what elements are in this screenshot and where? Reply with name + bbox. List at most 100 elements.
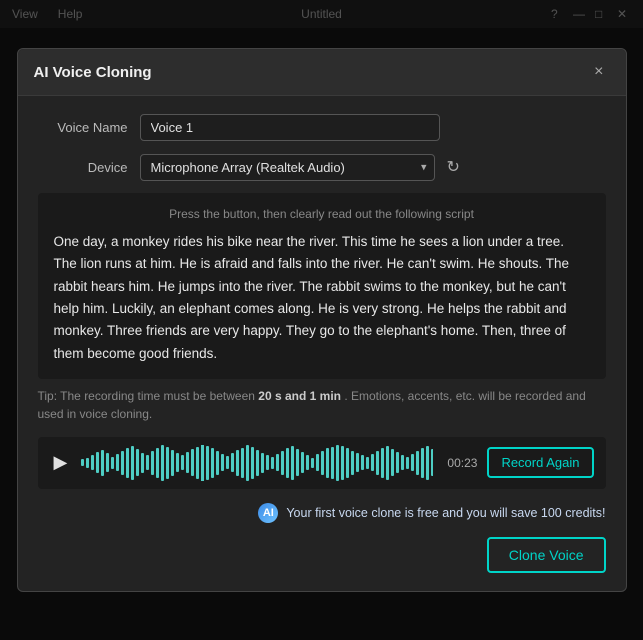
modal-header: AI Voice Cloning × — [18, 49, 626, 96]
waveform-bar — [426, 446, 429, 480]
waveform-bar — [301, 452, 304, 473]
waveform-bar — [366, 457, 369, 469]
waveform-bar — [326, 448, 329, 478]
waveform-bar — [256, 450, 259, 476]
tip-bold: 20 s and 1 min — [258, 389, 341, 403]
waveform-bar — [176, 453, 179, 472]
waveform-bar — [156, 448, 159, 479]
device-select[interactable]: Microphone Array (Realtek Audio) — [140, 154, 435, 181]
tip-text: Tip: The recording time must be between … — [38, 387, 606, 423]
waveform-bar — [306, 455, 309, 470]
waveform-bar — [316, 454, 319, 471]
waveform-bar — [291, 446, 294, 480]
waveform — [81, 445, 433, 481]
waveform-bar — [236, 450, 239, 476]
waveform-bar — [356, 453, 359, 472]
waveform-bar — [381, 448, 384, 478]
waveform-bar — [321, 451, 324, 475]
waveform-bar — [251, 447, 254, 479]
waveform-bar — [206, 446, 209, 480]
waveform-bar — [86, 458, 89, 468]
waveform-bar — [136, 449, 139, 476]
ai-icon: AI — [258, 503, 278, 523]
modal-title: AI Voice Cloning — [34, 64, 152, 81]
voice-name-input[interactable] — [140, 114, 440, 141]
waveform-bar — [371, 454, 374, 471]
waveform-bar — [416, 451, 419, 475]
waveform-bar — [121, 451, 124, 475]
waveform-bar — [341, 446, 344, 480]
waveform-bar — [401, 455, 404, 470]
voice-name-label: Voice Name — [38, 120, 128, 135]
script-section: Press the button, then clearly read out … — [38, 193, 606, 379]
waveform-bar — [421, 448, 424, 478]
waveform-bar — [276, 454, 279, 471]
waveform-bar — [91, 455, 94, 470]
script-hint: Press the button, then clearly read out … — [54, 207, 590, 221]
info-banner-text: Your first voice clone is free and you w… — [286, 506, 605, 520]
waveform-bar — [131, 446, 134, 480]
waveform-bar — [281, 451, 284, 475]
device-label: Device — [38, 160, 128, 175]
waveform-bar — [196, 447, 199, 479]
waveform-bar — [231, 453, 234, 472]
waveform-bar — [331, 447, 334, 479]
info-banner: AI Your first voice clone is free and yo… — [38, 503, 606, 523]
waveform-bar — [116, 454, 119, 471]
waveform-bar — [396, 452, 399, 473]
audio-time: 00:23 — [447, 456, 477, 470]
clone-voice-button[interactable]: Clone Voice — [487, 537, 606, 573]
waveform-bar — [166, 447, 169, 479]
device-controls: Microphone Array (Realtek Audio) ▾ ↻ — [140, 153, 464, 181]
waveform-bar — [246, 445, 249, 481]
modal-body: Voice Name Device Microphone Array (Real… — [18, 96, 626, 591]
waveform-bar — [271, 457, 274, 469]
waveform-bar — [261, 453, 264, 473]
waveform-bar — [266, 455, 269, 470]
waveform-bar — [376, 451, 379, 475]
device-row: Device Microphone Array (Realtek Audio) … — [38, 153, 606, 181]
waveform-bar — [431, 449, 433, 476]
modal-overlay: AI Voice Cloning × Voice Name Device Mic… — [0, 0, 643, 640]
waveform-bar — [336, 445, 339, 481]
tip-prefix: Tip: The recording time must be between — [38, 389, 259, 403]
waveform-bar — [146, 455, 149, 470]
waveform-bar — [81, 459, 84, 466]
waveform-bar — [296, 449, 299, 476]
waveform-bar — [201, 445, 204, 481]
waveform-bar — [96, 452, 99, 473]
record-again-button[interactable]: Record Again — [487, 447, 593, 478]
waveform-bar — [241, 448, 244, 479]
waveform-bar — [406, 457, 409, 469]
waveform-bar — [346, 448, 349, 478]
waveform-bar — [141, 453, 144, 473]
script-text: One day, a monkey rides his bike near th… — [54, 231, 590, 365]
bottom-row: Clone Voice — [38, 533, 606, 575]
waveform-bar — [126, 448, 129, 478]
waveform-bar — [161, 445, 164, 481]
audio-row: ▶ 00:23 Record Again — [38, 437, 606, 489]
waveform-bar — [171, 450, 174, 476]
waveform-bar — [211, 448, 214, 478]
waveform-bar — [191, 449, 194, 476]
waveform-bar — [181, 455, 184, 470]
waveform-bar — [351, 451, 354, 475]
waveform-bar — [286, 448, 289, 478]
ai-voice-cloning-modal: AI Voice Cloning × Voice Name Device Mic… — [17, 48, 627, 592]
modal-close-button[interactable]: × — [588, 61, 609, 83]
waveform-bar — [101, 450, 104, 476]
refresh-button[interactable]: ↻ — [443, 153, 464, 181]
waveform-bar — [411, 454, 414, 471]
play-button[interactable]: ▶ — [50, 450, 72, 475]
waveform-bar — [386, 446, 389, 480]
waveform-bar — [186, 452, 189, 473]
waveform-bar — [221, 454, 224, 471]
voice-name-row: Voice Name — [38, 114, 606, 141]
waveform-bar — [361, 455, 364, 470]
waveform-bar — [391, 449, 394, 476]
waveform-bar — [226, 456, 229, 469]
waveform-bar — [311, 458, 314, 468]
waveform-bar — [106, 453, 109, 472]
waveform-bar — [216, 451, 219, 475]
waveform-bar — [151, 451, 154, 475]
